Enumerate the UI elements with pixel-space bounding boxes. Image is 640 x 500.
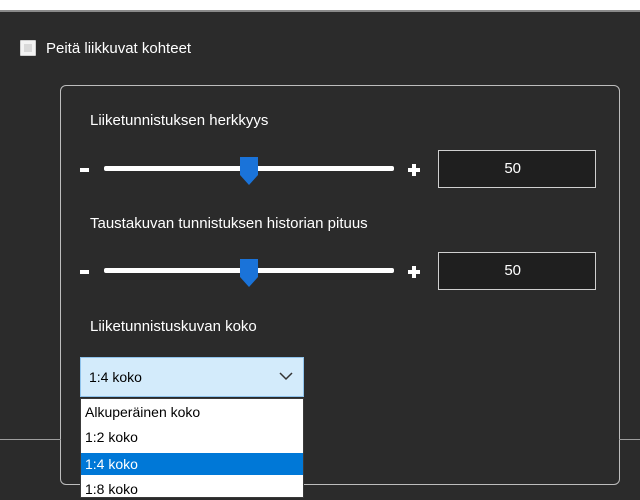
hide-moving-objects-checkbox[interactable]: [20, 40, 36, 56]
image-size-dropdown[interactable]: 1:4 koko: [80, 357, 304, 397]
image-size-option[interactable]: 1:8 koko: [81, 478, 303, 500]
sensitivity-plus-icon[interactable]: [408, 164, 420, 176]
sensitivity-value-field[interactable]: 50: [438, 150, 596, 188]
sensitivity-minus-icon[interactable]: [80, 168, 89, 172]
history-slider-thumb[interactable]: [239, 258, 259, 288]
image-size-option[interactable]: 1:2 koko: [81, 426, 303, 448]
sensitivity-label: Liiketunnistuksen herkkyys: [90, 112, 269, 129]
history-value-field[interactable]: 50: [438, 252, 596, 290]
history-label: Taustakuvan tunnistuksen historian pituu…: [90, 215, 368, 232]
history-minus-icon[interactable]: [80, 270, 89, 274]
image-size-option-selected[interactable]: 1:4 koko: [81, 453, 303, 475]
chevron-down-icon[interactable]: [279, 371, 293, 381]
history-slider-row: 50: [80, 252, 600, 292]
image-size-option[interactable]: Alkuperäinen koko: [81, 401, 303, 423]
sensitivity-slider-row: 50: [80, 150, 600, 190]
history-plus-icon[interactable]: [408, 266, 420, 278]
window-top-strip: [0, 0, 640, 10]
hide-moving-objects-row[interactable]: Peitä liikkuvat kohteet: [20, 38, 191, 58]
top-separator: [0, 10, 640, 12]
image-size-options-list: Alkuperäinen koko 1:2 koko 1:4 koko 1:8 …: [80, 398, 304, 498]
image-size-label: Liiketunnistuskuvan koko: [90, 318, 257, 335]
hide-moving-objects-label: Peitä liikkuvat kohteet: [46, 39, 192, 57]
image-size-selected-value: 1:4 koko: [89, 369, 142, 385]
sensitivity-slider-thumb[interactable]: [239, 156, 259, 186]
